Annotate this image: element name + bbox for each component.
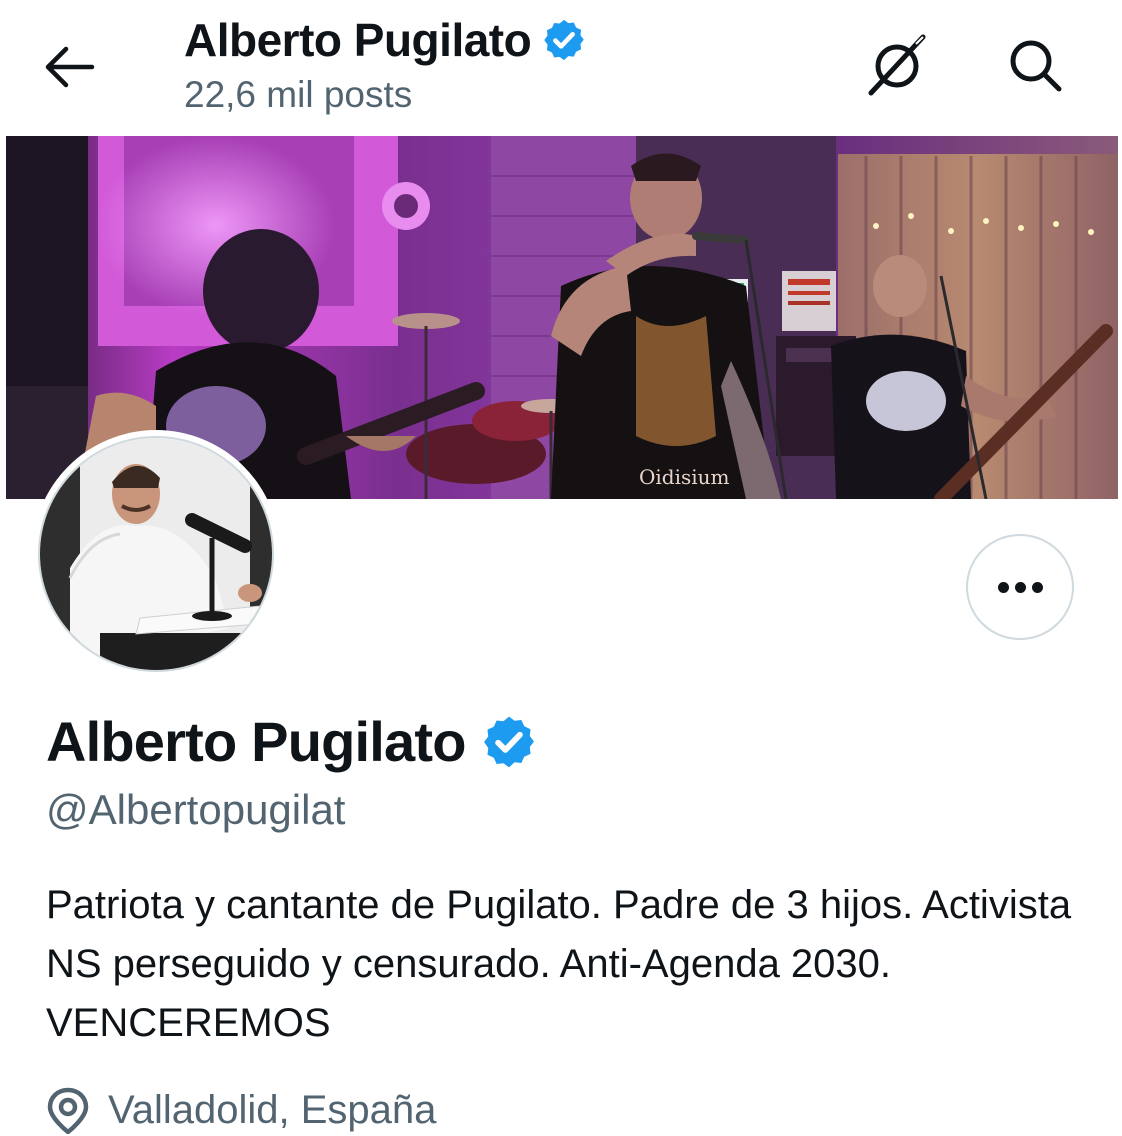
more-dots-icon [995,581,1046,593]
grok-button[interactable] [862,30,932,100]
header-title: Alberto Pugilato [184,14,532,66]
search-button[interactable] [1000,30,1070,100]
posts-count: 22,6 mil posts [184,74,413,115]
back-button[interactable] [38,38,100,96]
more-options-button[interactable] [966,534,1074,640]
search-icon [1010,40,1062,92]
profile-location: Valladolid, España [46,1084,436,1136]
arrow-left-icon [45,46,95,88]
banner-shirt-text: Oidisium [639,465,730,489]
verified-badge-icon [544,19,584,61]
location-label: Valladolid, España [108,1088,437,1132]
location-pin-icon [47,1087,89,1134]
avatar-image [40,438,272,670]
grok-icon [868,34,926,96]
header-title-group: Alberto Pugilato 22,6 mil posts [184,12,587,118]
profile-avatar[interactable] [32,430,280,678]
verified-badge-icon[interactable] [480,713,538,771]
profile-header-bar: Alberto Pugilato 22,6 mil posts [0,0,1122,134]
profile-name-row: Alberto Pugilato [46,708,538,776]
profile-handle: @Albertopugilat [46,786,346,833]
profile-bio: Patriota y cantante de Pugilato. Padre d… [46,883,1072,1045]
profile-display-name: Alberto Pugilato [46,710,466,773]
